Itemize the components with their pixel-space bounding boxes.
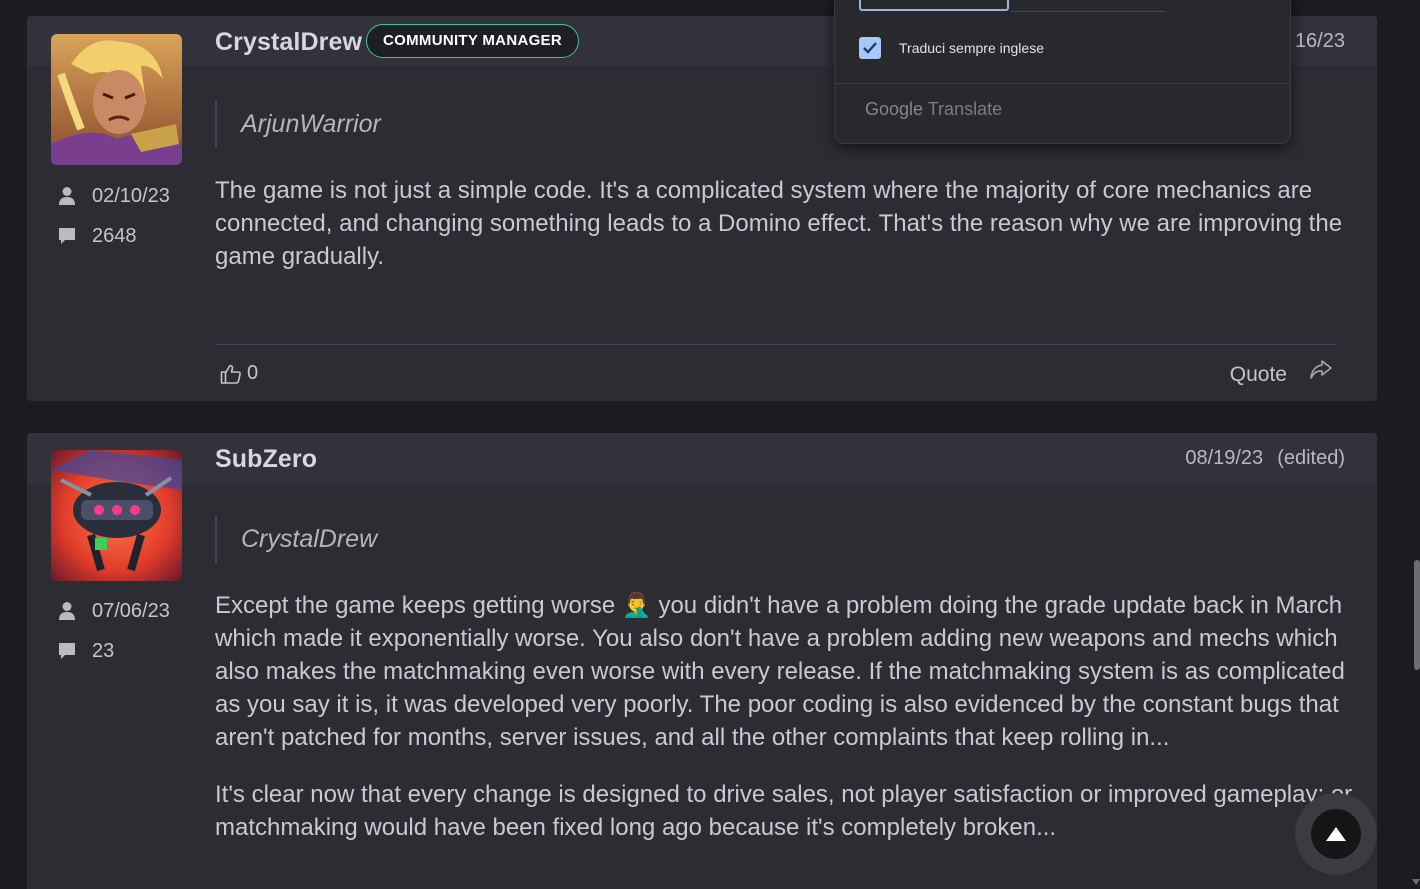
post-count: 23 bbox=[57, 639, 170, 662]
share-arrow-icon[interactable] bbox=[1309, 358, 1333, 382]
post-body: Except the game keeps getting worse 🤦‍♂️… bbox=[215, 589, 1355, 868]
translate-popup: Traduci sempre inglese Google Translate bbox=[834, 0, 1291, 144]
post-date: 16/23 bbox=[1295, 30, 1345, 53]
post-date-value: 16/23 bbox=[1294, 30, 1345, 52]
join-date-value: 07/06/23 bbox=[92, 599, 170, 622]
username[interactable]: CrystalDrew bbox=[215, 28, 362, 57]
page-scrollbar[interactable] bbox=[1408, 0, 1420, 889]
scrollbar-thumb[interactable] bbox=[1414, 560, 1420, 670]
username[interactable]: SubZero bbox=[215, 445, 317, 474]
post-paragraph: The game is not just a simple code. It's… bbox=[215, 177, 1343, 270]
scroll-to-top-button[interactable] bbox=[1295, 793, 1377, 875]
user-stats: 07/06/23 23 bbox=[57, 599, 170, 681]
always-translate-checkbox[interactable] bbox=[859, 37, 881, 59]
join-date: 07/06/23 bbox=[57, 599, 170, 622]
post-count-value: 23 bbox=[92, 639, 115, 662]
avatar[interactable] bbox=[51, 34, 182, 165]
join-date: 02/10/23 bbox=[57, 184, 170, 207]
user-stats: 02/10/23 2648 bbox=[57, 184, 170, 266]
post-count: 2648 bbox=[57, 224, 170, 247]
post-paragraph: It's clear now that every change is desi… bbox=[215, 781, 1353, 841]
quoted-user[interactable]: ArjunWarrior bbox=[215, 100, 381, 148]
scroll-down-arrow-icon[interactable] bbox=[1412, 879, 1420, 885]
quoted-user[interactable]: CrystalDrew bbox=[215, 515, 377, 563]
post-body: The game is not just a simple code. It's… bbox=[215, 174, 1355, 297]
avatar[interactable] bbox=[51, 450, 182, 581]
quoted-user-name: CrystalDrew bbox=[241, 524, 378, 553]
like-count: 0 bbox=[247, 362, 259, 384]
translate-tab-divider bbox=[1011, 11, 1165, 12]
user-icon bbox=[57, 601, 77, 621]
google-wordmark: Google bbox=[865, 99, 924, 119]
post-date-value: 08/19/23 bbox=[1185, 447, 1264, 469]
post-paragraph: Except the game keeps getting worse 🤦‍♂️… bbox=[215, 592, 1345, 751]
comment-icon bbox=[57, 641, 77, 661]
translate-wordmark: Translate bbox=[927, 99, 1003, 119]
quoted-user-name: ArjunWarrior bbox=[241, 109, 381, 138]
google-translate-logo: Google Translate bbox=[865, 99, 1002, 120]
user-icon bbox=[57, 186, 77, 206]
translate-popup-divider bbox=[835, 83, 1290, 84]
join-date-value: 02/10/23 bbox=[92, 184, 170, 207]
triangle-up-icon bbox=[1326, 827, 1346, 841]
comment-icon bbox=[57, 226, 77, 246]
edited-marker[interactable]: (edited) bbox=[1277, 447, 1345, 469]
post-footer-divider bbox=[215, 344, 1337, 345]
always-translate-label: Traduci sempre inglese bbox=[899, 40, 1044, 56]
always-translate-option[interactable]: Traduci sempre inglese bbox=[859, 37, 1044, 59]
post-count-value: 2648 bbox=[92, 224, 137, 247]
checkmark-icon bbox=[863, 42, 877, 54]
quote-button[interactable]: Quote bbox=[1230, 363, 1287, 387]
forum-post: 07/06/23 23 SubZero 08/19/23 (edited) Cry… bbox=[27, 433, 1377, 889]
scroll-to-top-inner bbox=[1311, 809, 1361, 859]
forum-page: 02/10/23 2648 CrystalDrew COMMUNITY MANA… bbox=[0, 0, 1420, 889]
role-badge: COMMUNITY MANAGER bbox=[366, 24, 579, 58]
like-button[interactable]: 0 bbox=[220, 362, 258, 385]
thumbs-up-icon bbox=[220, 363, 242, 385]
post-date: 08/19/23 (edited) bbox=[1185, 447, 1345, 470]
translate-tab-active[interactable] bbox=[859, 0, 1009, 11]
